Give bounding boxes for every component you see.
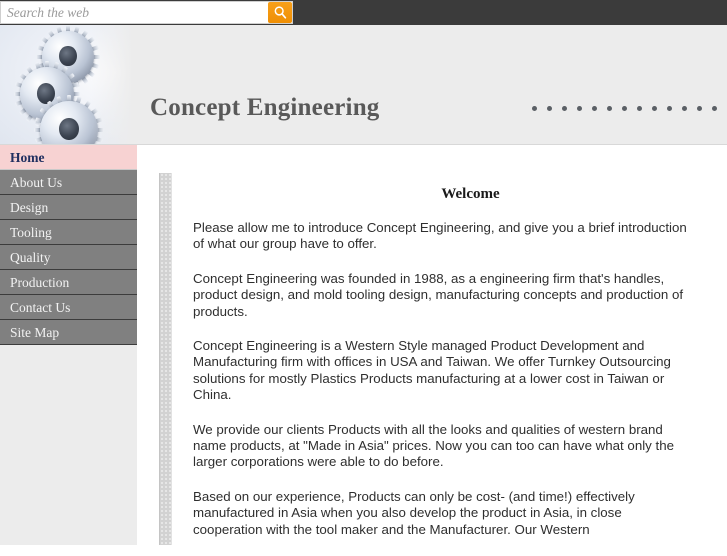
logo-fade-overlay: [91, 25, 137, 144]
sidebar-item-production[interactable]: Production: [0, 270, 137, 295]
header-dot: [652, 106, 657, 111]
page-title: Concept Engineering: [150, 94, 380, 121]
search-icon: [273, 5, 288, 20]
gear-hub: [59, 117, 79, 141]
search-box[interactable]: [0, 1, 293, 24]
header-dot: [532, 106, 537, 111]
sidebar-item-home[interactable]: Home: [0, 145, 137, 170]
sidebar-item-tooling[interactable]: Tooling: [0, 220, 137, 245]
header-dot: [622, 106, 627, 111]
header-dot: [547, 106, 552, 111]
content-paragraph: We provide our clients Products with all…: [193, 421, 675, 470]
sidebar: Home About Us Design Tooling Quality Producti…: [0, 145, 137, 545]
content-paragraph: Please allow me to introduce Concept Eng…: [193, 220, 687, 252]
header-dot: [607, 106, 612, 111]
header-dot: [697, 106, 702, 111]
header-dot: [577, 106, 582, 111]
sidebar-item-contact-us[interactable]: Contact Us: [0, 295, 137, 320]
content-paragraphs: Please allow me to introduce Concept Eng…: [193, 220, 688, 538]
header-dot: [667, 106, 672, 111]
site-header: Concept Engineering: [0, 25, 727, 145]
content-paragraph: Concept Engineering was founded in 1988,…: [193, 270, 684, 319]
search-input[interactable]: [1, 2, 268, 23]
main-content: Welcome Please allow me to introduce Con…: [193, 186, 688, 556]
sidebar-item-about-us[interactable]: About Us: [0, 170, 137, 195]
top-search-bar: [0, 0, 727, 25]
header-dot: [712, 106, 717, 111]
sidebar-item-quality[interactable]: Quality: [0, 245, 137, 270]
sidebar-item-design[interactable]: Design: [0, 195, 137, 220]
header-dot: [592, 106, 597, 111]
header-dot: [562, 106, 567, 111]
content-heading: Welcome: [441, 186, 500, 202]
header-dot-decoration: [532, 106, 727, 111]
search-submit-button[interactable]: [268, 2, 292, 23]
gears-logo-image: [0, 25, 137, 144]
header-dot: [637, 106, 642, 111]
sidebar-item-site-map[interactable]: Site Map: [0, 320, 137, 345]
content-paragraph: Based on our experience, Products can on…: [193, 488, 635, 537]
content-paragraph: Concept Engineering is a Western Style m…: [193, 338, 671, 403]
content-left-rule: [159, 173, 172, 545]
sidebar-nav: Home About Us Design Tooling Quality Producti…: [0, 145, 137, 345]
header-dot: [682, 106, 687, 111]
